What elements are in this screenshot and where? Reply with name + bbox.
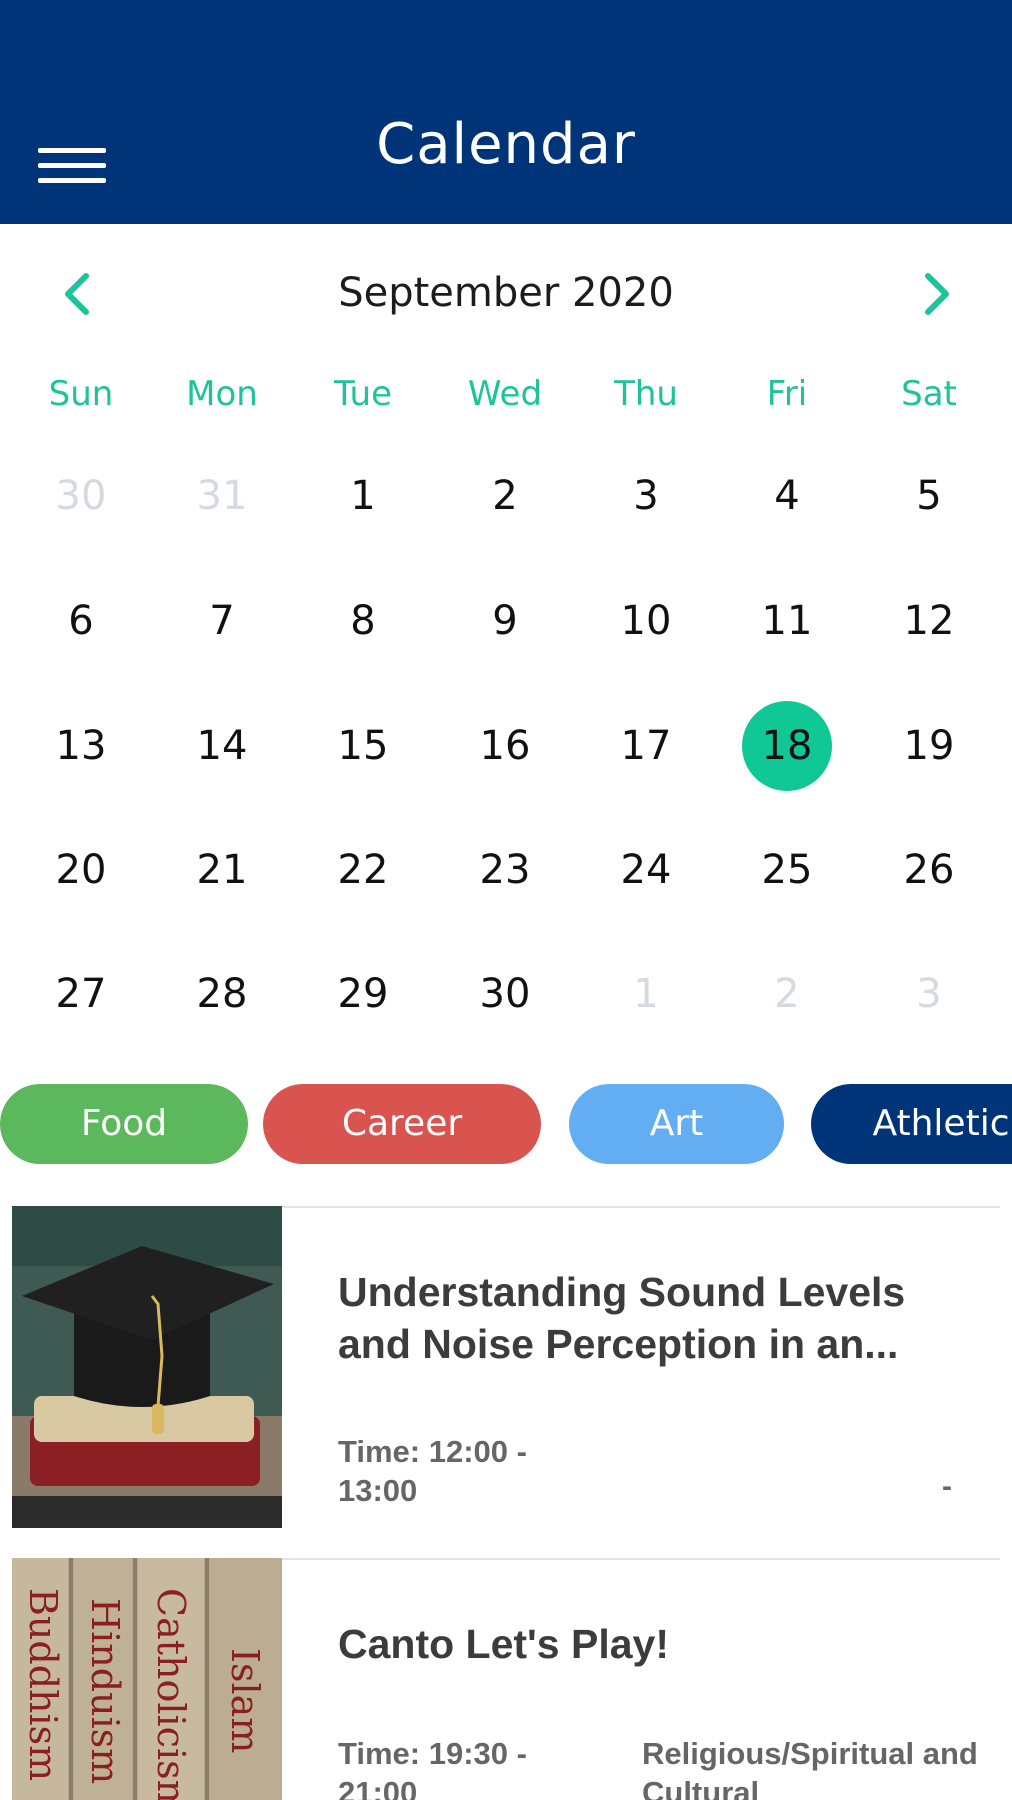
calendar-day[interactable]: 27 bbox=[36, 949, 126, 1039]
calendar-day[interactable]: 30 bbox=[460, 949, 550, 1039]
event-card[interactable]: Understanding Sound Levels and Noise Per… bbox=[0, 1206, 1012, 1528]
page-title: Calendar bbox=[376, 112, 636, 177]
event-category: Religious/Spiritual and Cultural bbox=[642, 1736, 978, 1800]
calendar-day[interactable]: 2 bbox=[742, 949, 832, 1039]
calendar-day[interactable]: 3 bbox=[601, 451, 691, 541]
weekday-fri: Fri bbox=[766, 374, 808, 414]
calendar-day[interactable]: 7 bbox=[177, 576, 267, 666]
calendar-day[interactable]: 17 bbox=[601, 701, 691, 791]
religion-books-image: Buddhism Hinduism Catholicism Islam bbox=[12, 1558, 282, 1800]
calendar-day[interactable]: 5 bbox=[884, 451, 974, 541]
calendar-day[interactable]: 1 bbox=[601, 949, 691, 1039]
calendar-day[interactable]: 24 bbox=[601, 825, 691, 915]
calendar-day[interactable]: 13 bbox=[36, 701, 126, 791]
month-label: September 2020 bbox=[338, 270, 674, 316]
calendar-day[interactable]: 11 bbox=[742, 576, 832, 666]
app-header: Calendar bbox=[0, 0, 1012, 224]
event-title: Canto Let's Play! bbox=[338, 1621, 669, 1667]
calendar-day[interactable]: 28 bbox=[177, 949, 267, 1039]
event-category: - bbox=[942, 1470, 952, 1503]
calendar-day[interactable]: 4 bbox=[742, 451, 832, 541]
calendar-day-selected[interactable]: 18 bbox=[742, 701, 832, 791]
event-thumbnail: Buddhism Hinduism Catholicism Islam bbox=[12, 1558, 282, 1800]
book-spine-catholicism: Catholicism bbox=[149, 1588, 193, 1800]
event-time: Time: 12:00 - 13:00 bbox=[338, 1434, 527, 1508]
event-title: Understanding Sound Levels and Noise Per… bbox=[338, 1269, 906, 1367]
book-spine-hinduism: Hinduism bbox=[83, 1598, 127, 1784]
calendar-day[interactable]: 15 bbox=[318, 701, 408, 791]
event-thumbnail bbox=[12, 1206, 282, 1528]
weekday-mon: Mon bbox=[186, 374, 258, 414]
chip-food[interactable]: Food bbox=[0, 1084, 248, 1164]
calendar-day[interactable]: 31 bbox=[177, 451, 267, 541]
book-spine-buddhism: Buddhism bbox=[21, 1588, 65, 1781]
calendar-day[interactable]: 29 bbox=[318, 949, 408, 1039]
calendar-day[interactable]: 19 bbox=[884, 701, 974, 791]
calendar-day[interactable]: 22 bbox=[318, 825, 408, 915]
calendar-day[interactable]: 8 bbox=[318, 576, 408, 666]
weekday-sat: Sat bbox=[901, 374, 957, 414]
calendar-day[interactable]: 21 bbox=[177, 825, 267, 915]
graduation-cap-image bbox=[12, 1206, 282, 1528]
chip-art[interactable]: Art bbox=[569, 1084, 784, 1164]
calendar-day[interactable]: 2 bbox=[460, 451, 550, 541]
calendar-day[interactable]: 3 bbox=[884, 949, 974, 1039]
weekday-sun: Sun bbox=[48, 374, 114, 414]
calendar-day[interactable]: 6 bbox=[36, 576, 126, 666]
chip-career[interactable]: Career bbox=[263, 1084, 541, 1164]
calendar-day[interactable]: 23 bbox=[460, 825, 550, 915]
menu-bar bbox=[38, 178, 106, 183]
next-month-button[interactable] bbox=[914, 270, 958, 318]
event-time: Time: 19:30 - 21:00 bbox=[338, 1736, 527, 1800]
book-spine-islam: Islam bbox=[223, 1648, 267, 1753]
weekday-wed: Wed bbox=[467, 374, 543, 414]
calendar-day[interactable]: 1 bbox=[318, 451, 408, 541]
weekday-tue: Tue bbox=[333, 374, 393, 414]
calendar-day[interactable]: 14 bbox=[177, 701, 267, 791]
category-filter-bar: Food Career Art Athletic bbox=[0, 1084, 1012, 1164]
calendar-day[interactable]: 10 bbox=[601, 576, 691, 666]
event-card[interactable]: Buddhism Hinduism Catholicism Islam Cant… bbox=[0, 1558, 1012, 1800]
calendar-day[interactable]: 30 bbox=[36, 451, 126, 541]
calendar-day[interactable]: 16 bbox=[460, 701, 550, 791]
chip-athletic[interactable]: Athletic bbox=[811, 1084, 1012, 1164]
weekday-thu: Thu bbox=[614, 374, 678, 414]
calendar-day[interactable]: 20 bbox=[36, 825, 126, 915]
calendar-day[interactable]: 26 bbox=[884, 825, 974, 915]
calendar-day[interactable]: 12 bbox=[884, 576, 974, 666]
chevron-right-icon bbox=[925, 273, 949, 315]
calendar-day[interactable]: 9 bbox=[460, 576, 550, 666]
calendar-day[interactable]: 25 bbox=[742, 825, 832, 915]
